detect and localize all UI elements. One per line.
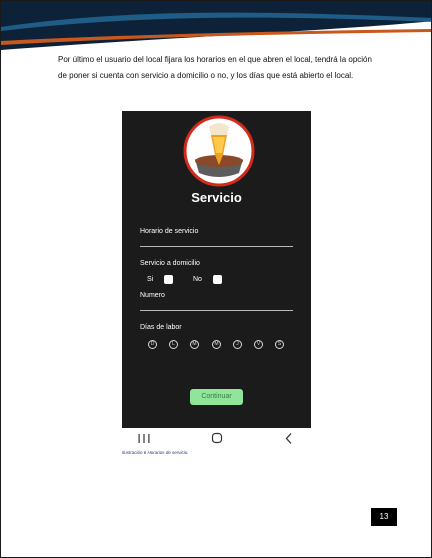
figure-caption: Ilustración 6 Horarios de servicio. [122,450,189,455]
intro-paragraph: Por último el usuario del local fijara l… [58,55,372,80]
dias-label: Días de labor [140,324,182,331]
no-label: No [193,276,202,283]
day-toggle-monday[interactable]: L [169,340,178,349]
day-toggle-wednesday[interactable]: M [212,340,221,349]
page-number: 13 [371,508,397,526]
back-icon[interactable] [279,428,299,448]
document-page: Por último el usuario del local fijara l… [0,0,432,558]
day-toggle-tuesday[interactable]: M [190,340,199,349]
numero-input[interactable] [140,310,293,311]
horario-input[interactable] [140,246,293,247]
day-toggle-sunday[interactable]: D [148,340,157,349]
no-checkbox[interactable] [213,275,222,284]
android-nav-bar [122,428,311,448]
day-toggle-thursday[interactable]: J [233,340,242,349]
screen-title: Servicio [191,190,242,205]
si-label: Si [147,276,154,283]
day-toggle-saturday[interactable]: S [275,340,284,349]
si-checkbox[interactable] [164,275,173,284]
domicilio-label: Servicio a domicilio [140,260,200,267]
home-icon[interactable] [207,428,227,448]
header-banner [1,1,431,50]
beer-pin-logo-icon [183,115,255,187]
continue-button[interactable]: Continuar [190,389,243,405]
day-toggle-friday[interactable]: V [254,340,263,349]
app-screenshot: Servicio Horario de servicio Servicio a … [122,111,311,448]
numero-label: Numero [140,292,165,299]
recent-apps-icon[interactable] [134,428,154,448]
horario-label: Horario de servicio [140,228,199,235]
